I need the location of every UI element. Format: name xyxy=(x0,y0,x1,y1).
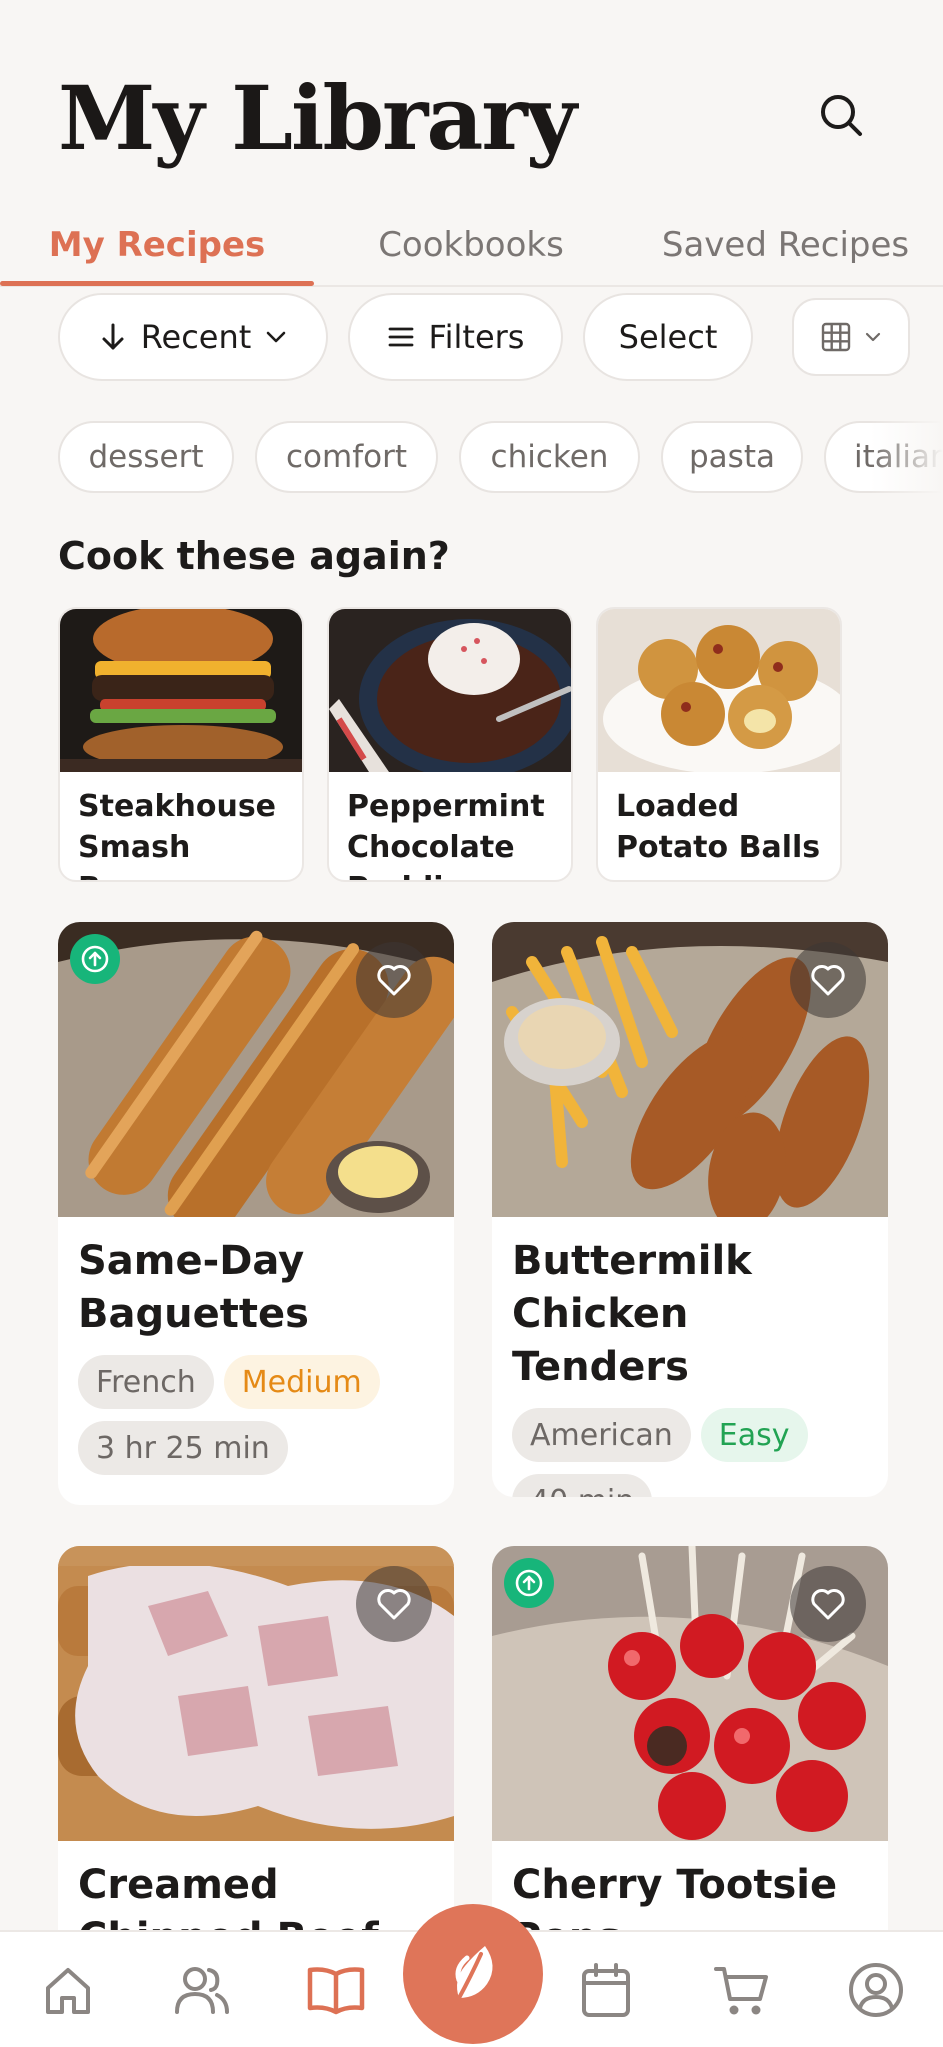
filters-label: Filters xyxy=(428,318,525,356)
favorite-button[interactable] xyxy=(356,942,432,1018)
cuisine-chip: French xyxy=(78,1355,214,1409)
recipe-photo xyxy=(492,922,888,1217)
sort-button[interactable]: Recent xyxy=(58,293,328,381)
recipe-thumbnail xyxy=(60,609,302,772)
favorite-button[interactable] xyxy=(790,942,866,1018)
recipe-card[interactable]: Same-Day Baguettes French Medium 3 hr 25… xyxy=(58,922,454,1505)
cook-again-card[interactable]: Peppermint Chocolate Pudding xyxy=(327,607,573,882)
time-chip: 3 hr 25 min xyxy=(78,1421,288,1475)
recipe-card[interactable]: Creamed Chipped Beef xyxy=(58,1546,454,1966)
recipe-title: Buttermilk Chicken Tenders xyxy=(512,1238,752,1390)
favorite-button[interactable] xyxy=(356,1566,432,1642)
heart-icon xyxy=(811,965,845,996)
nav-community[interactable] xyxy=(161,1954,241,2026)
tab-saved-recipes[interactable]: Saved Recipes xyxy=(628,205,943,285)
nav-profile[interactable] xyxy=(836,1954,916,2026)
library-tabs: My Recipes Cookbooks Saved Recipes xyxy=(0,205,943,287)
calendar-icon xyxy=(582,1963,630,2017)
tag-chip-pasta[interactable]: pasta xyxy=(661,421,803,493)
cook-again-title-text: Loaded Potato Balls xyxy=(616,789,821,865)
chevron-down-icon xyxy=(266,331,286,343)
difficulty-chip: Easy xyxy=(700,1408,808,1462)
cook-again-title-text: Peppermint Chocolate Pudding xyxy=(347,789,545,880)
tag-chip-comfort[interactable]: comfort xyxy=(255,421,438,493)
tag-chip-chicken[interactable]: chicken xyxy=(459,421,640,493)
tag-chip-dessert[interactable]: dessert xyxy=(58,421,234,493)
grid-icon xyxy=(821,322,851,352)
cook-again-title-text: Steakhouse Smash Burger xyxy=(78,789,277,880)
nav-calendar[interactable] xyxy=(566,1954,646,2026)
select-button[interactable]: Select xyxy=(583,293,753,381)
cook-again-title: Cook these again? xyxy=(58,534,450,578)
active-tab-indicator xyxy=(0,281,314,286)
time-chip: 40 min xyxy=(512,1474,653,1497)
arrow-up-circle-icon xyxy=(81,945,109,973)
arrow-up-circle-icon xyxy=(515,1569,543,1597)
cook-again-card[interactable]: Steakhouse Smash Burger xyxy=(58,607,304,882)
select-label: Select xyxy=(618,318,718,356)
recipe-card[interactable]: Cherry Tootsie Pops xyxy=(492,1546,888,1966)
chevron-down-icon xyxy=(865,332,881,342)
recipe-thumbnail xyxy=(329,609,571,772)
sort-label: Recent xyxy=(140,318,252,356)
heart-icon xyxy=(377,1589,411,1620)
upload-badge xyxy=(70,934,120,984)
create-icon xyxy=(455,1946,493,2000)
cart-icon xyxy=(714,1967,768,2015)
nav-library[interactable] xyxy=(296,1954,376,2026)
nav-home[interactable] xyxy=(28,1954,108,2026)
home-icon xyxy=(46,1968,90,2014)
create-recipe-button[interactable] xyxy=(403,1904,543,2044)
heart-icon xyxy=(377,965,411,996)
recipe-photo xyxy=(58,1546,454,1841)
filters-button[interactable]: Filters xyxy=(348,293,563,381)
heart-icon xyxy=(811,1589,845,1620)
scroll-fade xyxy=(870,412,943,502)
cuisine-chip: American xyxy=(512,1408,691,1462)
filter-lines-icon xyxy=(388,327,413,347)
favorite-button[interactable] xyxy=(790,1566,866,1642)
nav-cart[interactable] xyxy=(702,1954,782,2026)
recipe-thumbnail xyxy=(598,609,840,772)
arrow-down-icon xyxy=(102,323,124,350)
page-title: My Library xyxy=(58,66,577,170)
library-icon xyxy=(307,1967,365,2015)
recipe-photo xyxy=(58,922,454,1217)
recipe-photo xyxy=(492,1546,888,1841)
search-button[interactable] xyxy=(812,86,870,144)
cook-again-card[interactable]: Loaded Potato Balls xyxy=(596,607,842,882)
tab-cookbooks[interactable]: Cookbooks xyxy=(314,205,628,285)
view-mode-toggle[interactable] xyxy=(792,298,910,376)
difficulty-chip: Medium xyxy=(223,1355,380,1409)
tab-my-recipes[interactable]: My Recipes xyxy=(0,205,314,285)
recipe-card[interactable]: Buttermilk Chicken Tenders American Easy… xyxy=(492,922,888,1497)
community-icon xyxy=(175,1967,229,2014)
profile-icon xyxy=(849,1963,903,2017)
upload-badge xyxy=(504,1558,554,1608)
recipe-title: Same-Day Baguettes xyxy=(78,1238,309,1337)
search-icon xyxy=(821,95,862,136)
